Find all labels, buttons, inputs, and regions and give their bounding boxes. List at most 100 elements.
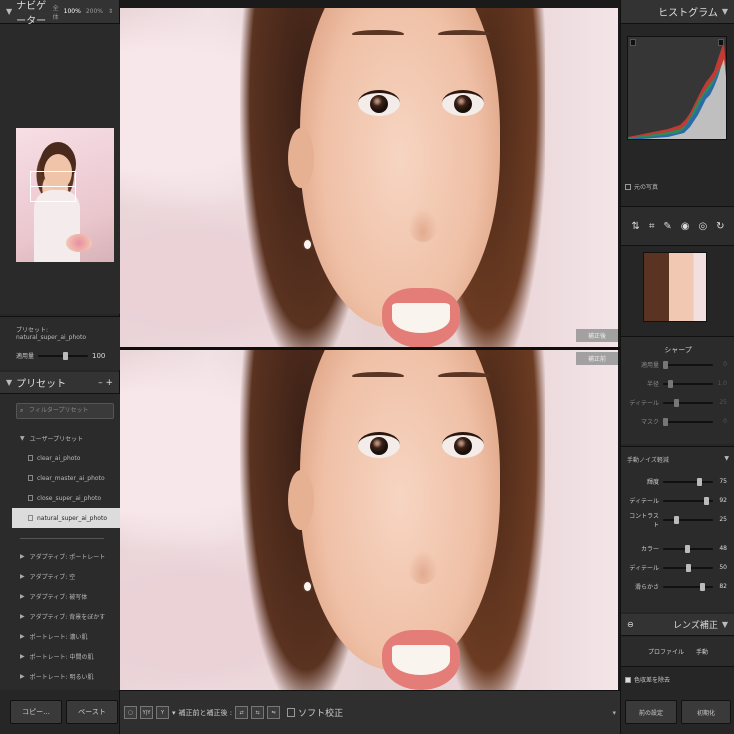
swap-label: 補正前と補正後 : <box>178 708 233 717</box>
slider-track[interactable] <box>663 515 713 524</box>
slider-knob[interactable] <box>685 563 691 572</box>
amount-slider[interactable] <box>38 351 88 360</box>
preset-search-placeholder: フィルタープリセット <box>29 407 89 414</box>
histogram-collapse-icon[interactable]: ▼ <box>722 7 728 16</box>
slider-knob[interactable] <box>674 515 680 524</box>
preset-group-label: ポートレート: 中間の肌 <box>29 653 94 661</box>
lens-tab-profile[interactable]: プロファイル <box>648 647 684 656</box>
slider-label: 滑らかさ <box>634 584 659 591</box>
paste-button[interactable]: ペースト <box>66 700 118 724</box>
soft-proof-checkbox[interactable] <box>287 708 296 717</box>
preset-item[interactable]: clear_ai_photo <box>0 448 120 468</box>
redeye-icon[interactable]: ◉ <box>681 221 690 232</box>
slider-track[interactable] <box>663 379 713 388</box>
navigator-preview[interactable] <box>16 128 114 262</box>
brush-icon[interactable]: ✎ <box>663 221 671 232</box>
before-after-tb-button[interactable]: Y <box>156 706 169 719</box>
slider-row: ディテール 92 <box>621 491 734 510</box>
slider-track[interactable] <box>663 563 713 572</box>
user-preset-group[interactable]: ▼ ユーザープリセット <box>0 428 120 448</box>
preset-item[interactable]: clear_master_ai_photo <box>0 468 120 488</box>
remove-ca-checkbox[interactable] <box>625 676 631 683</box>
slider-knob[interactable] <box>663 417 668 426</box>
histogram-chart[interactable] <box>627 36 727 140</box>
preset-item[interactable]: close_super_ai_photo <box>0 488 120 508</box>
slider-knob[interactable] <box>667 379 673 388</box>
slider-knob[interactable] <box>663 360 668 369</box>
preset-group-item[interactable]: ▶ ポートレート: 中間の肌 <box>0 646 120 666</box>
slider-track[interactable] <box>663 477 713 486</box>
preset-item-label: clear_master_ai_photo <box>37 474 105 482</box>
slider-row: 半径 1.0 <box>621 374 734 393</box>
histogram-header[interactable]: ヒストグラム ▼ <box>621 0 734 24</box>
preset-group-item[interactable]: ▶ アダプティブ: 被写体 <box>0 586 120 606</box>
slider-track[interactable] <box>663 398 713 407</box>
lens-tab-manual[interactable]: 手動 <box>696 647 708 656</box>
preset-group-item[interactable]: ▶ ポートレート: 明るい肌 <box>0 666 120 686</box>
highlight-clip-icon[interactable] <box>718 39 724 46</box>
preset-search-input[interactable]: ⌕ フィルタープリセット <box>16 403 114 419</box>
expand-right-icon: ▶ <box>20 552 25 560</box>
copy-before-button[interactable]: ⇄ <box>235 706 249 719</box>
slider-knob[interactable] <box>684 544 690 553</box>
noise-collapse-icon[interactable]: ▼ <box>724 455 729 464</box>
crop-icon[interactable]: ⌗ <box>649 221 655 232</box>
copy-after-button[interactable]: ⇆ <box>251 706 265 719</box>
toolbar-dropdown-icon[interactable]: ▾ <box>612 709 616 717</box>
zoom-fit[interactable]: 全体 <box>53 3 59 21</box>
navigator-viewport-rect[interactable] <box>30 171 76 202</box>
detail-preview[interactable] <box>643 252 707 322</box>
lens-toggle-icon[interactable]: ⊖ <box>627 620 634 629</box>
lens-tabs: プロファイル 手動 <box>621 637 734 667</box>
photo-face <box>300 350 500 670</box>
preset-group-label: アダプティブ: 背景をぼかす <box>29 613 106 621</box>
preset-group-item[interactable]: ▶ ポートレート: 濃い肌 <box>0 626 120 646</box>
slider-knob[interactable] <box>704 496 710 505</box>
slider-track[interactable] <box>663 496 713 505</box>
preset-group-item[interactable]: ▶ アダプティブ: ポートレート <box>0 546 120 566</box>
shadow-clip-icon[interactable] <box>630 39 636 46</box>
slider-track[interactable] <box>663 582 713 591</box>
swap-button[interactable]: ⇋ <box>267 706 281 719</box>
before-after-lr-button[interactable]: Y|Y <box>140 706 153 719</box>
original-photo-checkbox[interactable] <box>625 183 631 190</box>
remove-ca-toggle[interactable]: 色収差を除去 <box>625 675 670 684</box>
slider-knob[interactable] <box>696 477 702 486</box>
slider-knob[interactable] <box>674 398 680 407</box>
photo-after[interactable]: 補正後 <box>120 8 618 348</box>
sliders-icon[interactable]: ⇅ <box>631 221 639 232</box>
slider-label: 適用量 <box>640 362 659 369</box>
slider-track[interactable] <box>663 544 713 553</box>
slider-value: 92 <box>719 497 727 504</box>
slider-label: 半径 <box>646 381 659 388</box>
preset-item[interactable]: natural_super_ai_photo <box>12 508 120 528</box>
photo-earring <box>304 240 311 249</box>
mask-icon[interactable]: ◎ <box>698 221 707 232</box>
navigator-header[interactable]: ▼ ナビゲーター 全体 100% 200% ⇕ <box>0 0 119 27</box>
previous-settings-button[interactable]: 前の設定 <box>625 700 677 724</box>
chevron-down-icon[interactable]: ▾ <box>172 709 176 717</box>
presets-icon[interactable]: ↻ <box>716 221 724 232</box>
copy-button[interactable]: コピー... <box>10 700 62 724</box>
collapse-triangle-icon[interactable]: ▼ <box>6 7 12 16</box>
presets-header[interactable]: ▼ プリセット – + <box>0 372 119 394</box>
slider-knob[interactable] <box>699 582 705 591</box>
lens-header[interactable]: ⊖ レンズ補正 ▼ <box>621 614 734 636</box>
presets-add-remove[interactable]: – + <box>98 378 113 388</box>
noise-header[interactable]: 手動ノイズ軽減 ▼ <box>621 447 734 472</box>
zoom-200[interactable]: 200% <box>86 8 103 15</box>
amount-slider-knob[interactable] <box>63 351 68 360</box>
original-photo-toggle[interactable]: 元の写真 <box>625 182 658 191</box>
photo-before[interactable]: 補正前 <box>120 350 618 690</box>
slider-track[interactable] <box>663 360 713 369</box>
preset-group-item[interactable]: ▶ アダプティブ: 空 <box>0 566 120 586</box>
zoom-dropdown-icon[interactable]: ⇕ <box>108 8 113 15</box>
reset-button[interactable]: 初期化 <box>681 700 731 724</box>
slider-track[interactable] <box>663 417 713 426</box>
lens-collapse-icon[interactable]: ▼ <box>722 620 728 629</box>
loupe-view-button[interactable]: ▢ <box>124 706 137 719</box>
noise-section: 手動ノイズ軽減 ▼ 輝度 75 ディテール 92 コントラスト 25 カラー 48 ディテール… <box>621 446 734 612</box>
presets-collapse-icon[interactable]: ▼ <box>6 378 12 387</box>
preset-group-item[interactable]: ▶ アダプティブ: 背景をぼかす <box>0 606 120 626</box>
zoom-100[interactable]: 100% <box>64 8 81 15</box>
